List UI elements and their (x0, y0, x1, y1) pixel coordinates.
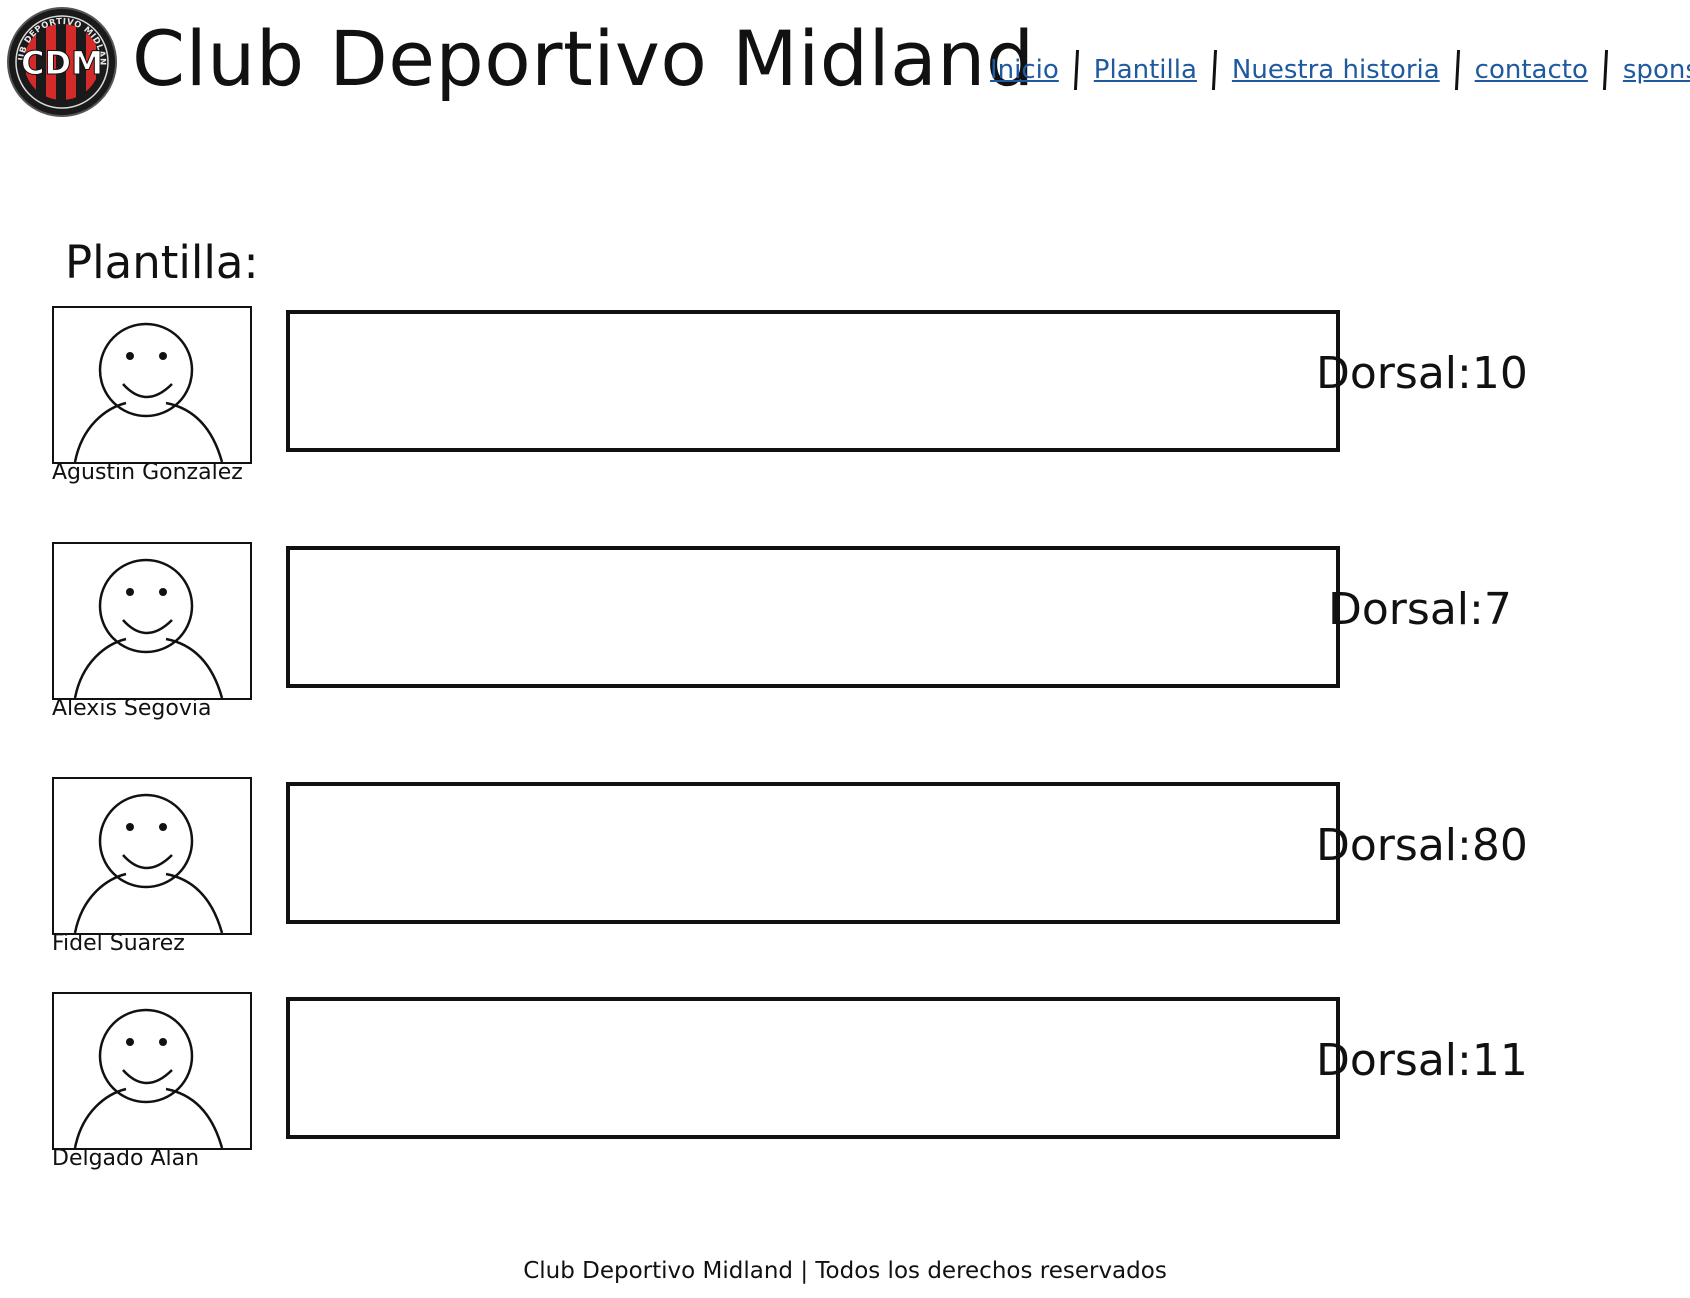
club-logo: CLUB DEPORTIVO MIDLAND CDM (6, 6, 117, 117)
avatar-placeholder-icon (73, 1008, 224, 1148)
player-dorsal: Dorsal:10 (1316, 348, 1528, 399)
nav-separator (1602, 50, 1608, 90)
player-name: Fidel Suarez (52, 931, 185, 956)
nav-separator (1211, 50, 1217, 90)
avatar-placeholder-icon (73, 793, 224, 933)
player-dorsal: Dorsal:11 (1316, 1035, 1528, 1086)
player-name: Agustin Gonzalez (52, 460, 243, 485)
player-name: Alexis Segovia (52, 696, 212, 721)
player-photo (52, 777, 252, 935)
footer-copyright: Club Deportivo Midland | Todos los derec… (523, 1258, 1167, 1284)
player-info-box (286, 310, 1340, 452)
player-photo (52, 306, 252, 464)
nav-separator (1073, 50, 1079, 90)
player-info-box (286, 997, 1340, 1139)
nav-link-sponsors[interactable]: sponsors (1623, 55, 1690, 85)
site-title: Club Deportivo Midland (132, 14, 1035, 103)
nav-separator (1454, 50, 1460, 90)
avatar-placeholder-icon (73, 322, 224, 462)
avatar-placeholder-icon (73, 558, 224, 698)
player-photo (52, 542, 252, 700)
player-dorsal: Dorsal:80 (1316, 820, 1528, 871)
main-nav: Inicio Plantilla Nuestra historia contac… (990, 50, 1690, 90)
nav-link-nuestra-historia[interactable]: Nuestra historia (1232, 55, 1440, 85)
nav-link-plantilla[interactable]: Plantilla (1094, 55, 1197, 85)
player-name: Delgado Alan (52, 1146, 200, 1171)
player-info-box (286, 782, 1340, 924)
section-title: Plantilla: (65, 236, 259, 289)
player-info-box (286, 546, 1340, 688)
player-photo (52, 992, 252, 1150)
svg-text:CDM: CDM (21, 44, 103, 82)
nav-link-inicio[interactable]: Inicio (990, 55, 1059, 85)
player-dorsal: Dorsal:7 (1328, 584, 1512, 635)
nav-link-contacto[interactable]: contacto (1475, 55, 1588, 85)
